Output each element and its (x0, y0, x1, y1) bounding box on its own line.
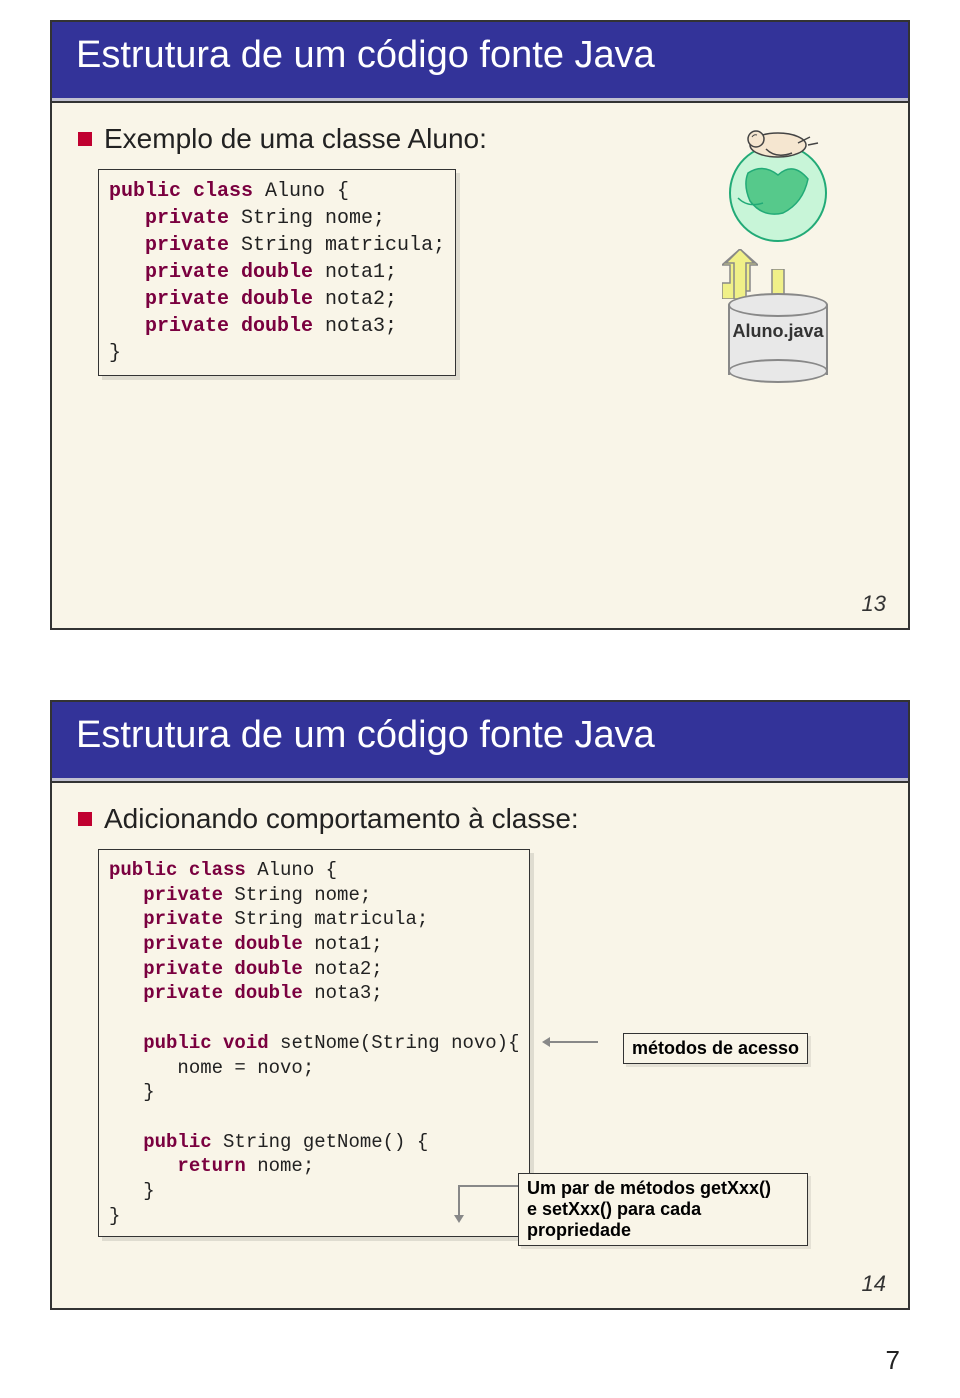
slide-2-number: 14 (862, 1271, 886, 1297)
annotation-access-methods: métodos de acesso (623, 1033, 808, 1064)
page-number: 7 (886, 1345, 900, 1376)
database-icon: Aluno.java (728, 293, 828, 383)
annotation-getset-pair: Um par de métodos getXxx() e setXxx() pa… (518, 1173, 808, 1246)
leader-line-1 (548, 1041, 598, 1043)
slide-2-bullet-text: Adicionando comportamento à classe: (104, 803, 579, 835)
bullet-icon (78, 132, 92, 146)
bullet-icon (78, 812, 92, 826)
globe-person-icon (708, 113, 848, 253)
slide-2-body: Adicionando comportamento à classe: publ… (52, 783, 908, 1307)
leader-arrow-2 (454, 1215, 464, 1223)
slide-1-header: Estrutura de um código fonte Java (52, 22, 908, 103)
annotation-2-line1: Um par de métodos getXxx() (527, 1178, 799, 1199)
slide-1-bullet-text: Exemplo de uma classe Aluno: (104, 123, 487, 155)
slide-1-title: Estrutura de um código fonte Java (76, 34, 884, 77)
annotation-2-line2: e setXxx() para cada propriedade (527, 1199, 799, 1241)
slide-1-code: public class Aluno { private String nome… (98, 169, 456, 376)
slide-2-title: Estrutura de um código fonte Java (76, 714, 884, 757)
cylinder-label: Aluno.java (728, 321, 828, 342)
slide-2-bullet: Adicionando comportamento à classe: (78, 803, 882, 835)
slide-2-header: Estrutura de um código fonte Java (52, 702, 908, 783)
slide-1-body: Exemplo de uma classe Aluno: public clas… (52, 103, 908, 627)
slide-2: Estrutura de um código fonte Java Adicio… (50, 700, 910, 1310)
leader-line-2a (458, 1185, 518, 1187)
slide-2-code: public class Aluno { private String nome… (98, 849, 530, 1237)
arrow-up-icon (722, 249, 758, 299)
slide-1-number: 13 (862, 591, 886, 617)
leader-arrow-1 (542, 1037, 550, 1047)
slide-1: Estrutura de um código fonte Java Exempl… (50, 20, 910, 630)
